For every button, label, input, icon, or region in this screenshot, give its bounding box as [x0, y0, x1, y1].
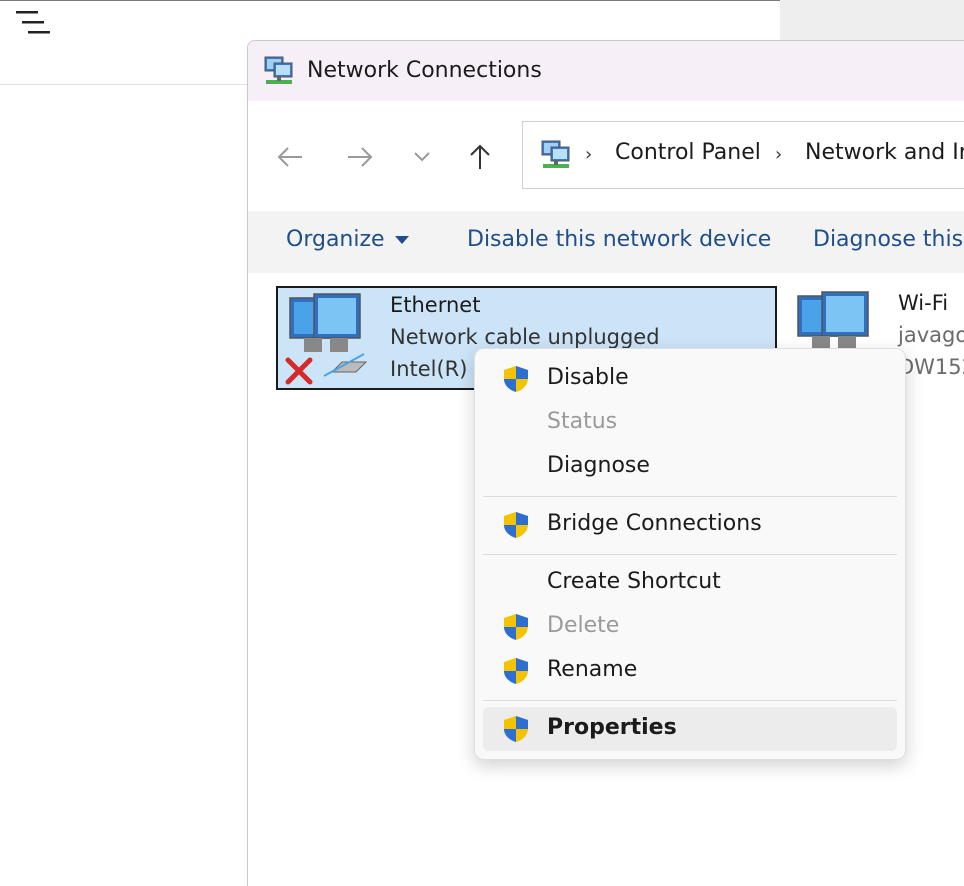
network-connections-icon	[264, 56, 293, 84]
organize-label: Organize	[286, 227, 385, 252]
context-menu: Disable Status Diagnose Bridge Connectio…	[474, 348, 906, 760]
uac-shield-icon	[504, 658, 528, 684]
disconnected-x-icon	[285, 357, 313, 385]
menu-item-label: Diagnose	[547, 453, 650, 478]
menu-separator	[483, 700, 897, 701]
uac-shield-icon	[504, 512, 528, 538]
background-divider	[0, 84, 250, 85]
connection-device: Intel(R)	[390, 357, 468, 381]
background-right-strip	[780, 0, 964, 40]
breadcrumb-separator-icon[interactable]: ›	[775, 144, 782, 165]
menu-item-label: Properties	[547, 715, 677, 740]
up-arrow-icon	[470, 144, 490, 169]
menu-item-label: Disable	[547, 365, 629, 390]
diagnose-connection-button[interactable]: Diagnose this c	[813, 227, 964, 252]
uac-shield-icon	[504, 614, 528, 640]
uac-shield-icon	[504, 366, 528, 392]
command-bar: Organize Disable this network device Dia…	[248, 211, 964, 273]
window-title: Network Connections	[307, 58, 542, 83]
connection-status: javago	[898, 323, 964, 347]
menu-item-delete: Delete	[483, 605, 897, 649]
menu-item-rename[interactable]: Rename	[483, 649, 897, 693]
breadcrumb-network-and-internet[interactable]: Network and In	[805, 140, 964, 165]
menu-item-status: Status	[483, 401, 897, 445]
menu-item-diagnose[interactable]: Diagnose	[483, 445, 897, 489]
up-button[interactable]	[460, 139, 500, 175]
menu-item-label: Status	[547, 409, 618, 434]
address-bar[interactable]: › Control Panel › Network and In	[522, 121, 964, 189]
navigation-bar: › Control Panel › Network and In	[248, 101, 964, 211]
connection-status: Network cable unplugged	[390, 325, 660, 349]
menu-item-create-shortcut[interactable]: Create Shortcut	[483, 561, 897, 605]
chevron-down-icon	[394, 236, 409, 244]
breadcrumb-control-panel[interactable]: Control Panel	[615, 140, 761, 165]
chevron-down-icon	[414, 152, 430, 162]
menu-item-label: Create Shortcut	[547, 569, 721, 594]
background-top-border	[0, 0, 780, 1]
title-bar[interactable]: Network Connections	[248, 41, 964, 101]
breadcrumb-separator-icon[interactable]: ›	[585, 144, 592, 165]
hamburger-menu-icon[interactable]	[14, 9, 54, 39]
recent-locations-button[interactable]	[402, 139, 442, 175]
organize-button[interactable]: Organize	[286, 227, 409, 252]
menu-separator	[483, 496, 897, 497]
back-arrow-icon	[277, 147, 302, 167]
connection-name: Wi-Fi	[898, 291, 949, 315]
menu-item-label: Rename	[547, 657, 638, 682]
forward-arrow-icon	[348, 147, 373, 167]
menu-item-disable[interactable]: Disable	[483, 357, 897, 401]
disable-network-device-button[interactable]: Disable this network device	[467, 227, 771, 252]
uac-shield-icon	[504, 716, 528, 742]
menu-separator	[483, 554, 897, 555]
menu-item-bridge-connections[interactable]: Bridge Connections	[483, 503, 897, 547]
network-connections-icon	[541, 140, 570, 168]
connection-device: DW152	[898, 355, 964, 379]
forward-button[interactable]	[340, 139, 380, 175]
menu-item-label: Delete	[547, 613, 620, 638]
back-button[interactable]	[270, 139, 310, 175]
menu-item-label: Bridge Connections	[547, 511, 762, 536]
menu-item-properties[interactable]: Properties	[483, 707, 897, 751]
connection-name: Ethernet	[390, 293, 481, 317]
